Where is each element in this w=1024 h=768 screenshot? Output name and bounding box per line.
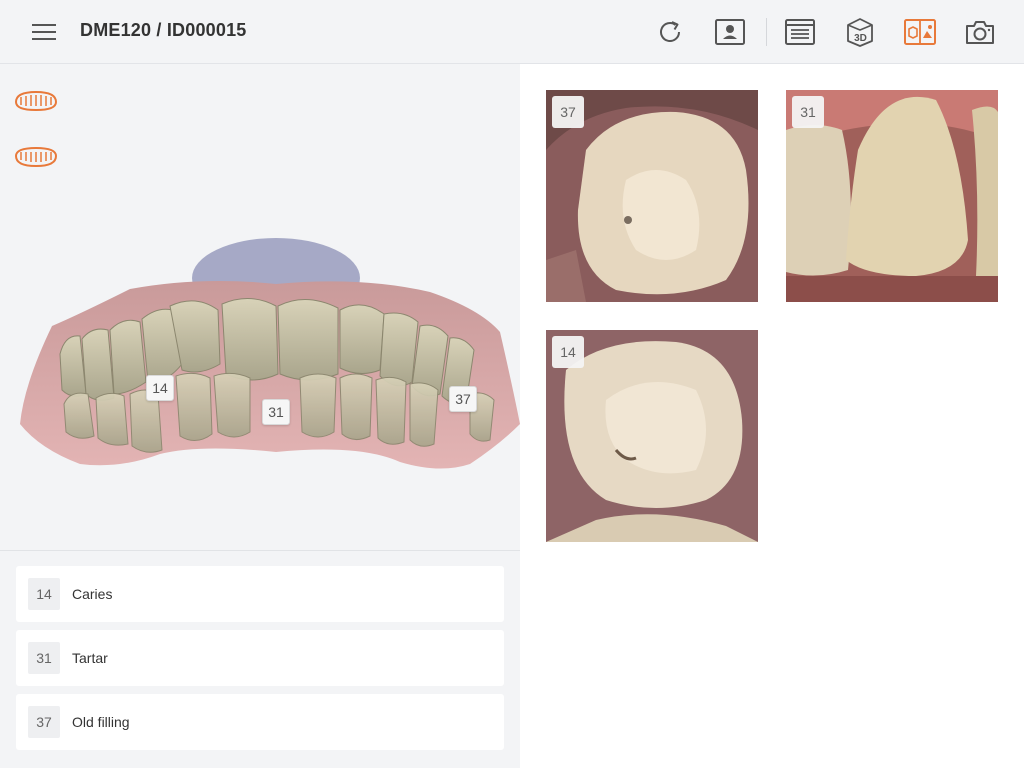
tooth-photo-31[interactable]: 31: [786, 90, 998, 302]
finding-label: Tartar: [72, 650, 108, 666]
finding-label: Old filling: [72, 714, 130, 730]
3d-scan-viewer[interactable]: 14 31 37: [0, 64, 520, 550]
tooth-photo-37[interactable]: 37: [546, 90, 758, 302]
refresh-button[interactable]: [652, 14, 688, 50]
photo-tooth-tag: 37: [552, 96, 584, 128]
refresh-icon: [660, 21, 680, 43]
tooth-tag-31[interactable]: 31: [262, 399, 290, 425]
tooth-tag-37[interactable]: 37: [449, 386, 477, 412]
patient-info-button[interactable]: [712, 14, 748, 50]
menu-icon-line: [32, 31, 56, 33]
menu-icon: [32, 24, 56, 26]
3d-photo-view-button[interactable]: [902, 14, 938, 50]
menu-button[interactable]: [28, 18, 60, 46]
lower-jaw-button[interactable]: [12, 142, 60, 170]
finding-tooth-number: 14: [28, 578, 60, 610]
list-view-button[interactable]: [782, 14, 818, 50]
finding-label: Caries: [72, 586, 113, 602]
patient-icon: [715, 19, 745, 45]
menu-icon-line: [32, 38, 56, 40]
svg-text:3D: 3D: [854, 33, 867, 44]
3d-photo-view-icon: [904, 19, 936, 45]
3d-view-icon: 3D: [847, 18, 873, 47]
camera-icon: [966, 21, 994, 44]
upper-jaw-icon: [14, 90, 58, 112]
camera-button[interactable]: [962, 14, 998, 50]
finding-item[interactable]: 14 Caries: [16, 566, 504, 622]
photo-gallery: 37 31 14: [520, 64, 1024, 768]
upper-jaw-button[interactable]: [12, 88, 60, 116]
tooth-photo-14[interactable]: 14: [546, 330, 758, 542]
photo-tooth-tag: 31: [792, 96, 824, 128]
list-view-icon: [785, 19, 815, 45]
dental-scan-model: [20, 238, 520, 469]
lower-jaw-icon: [14, 146, 58, 168]
finding-tooth-number: 37: [28, 706, 60, 738]
toolbar-divider: [766, 18, 767, 46]
page-title: DME120 / ID000015: [80, 20, 247, 40]
photo-tooth-tag: 14: [552, 336, 584, 368]
finding-tooth-number: 31: [28, 642, 60, 674]
left-panel: 14 31 37 14 Caries 31 Tartar 37 Old fill…: [0, 64, 520, 768]
finding-item[interactable]: 31 Tartar: [16, 630, 504, 686]
finding-item[interactable]: 37 Old filling: [16, 694, 504, 750]
tooth-tag-14[interactable]: 14: [146, 375, 174, 401]
viewer-divider: [0, 550, 520, 551]
3d-view-button[interactable]: 3D: [842, 14, 878, 50]
top-toolbar: DME120 / ID000015 3D: [0, 0, 1024, 64]
